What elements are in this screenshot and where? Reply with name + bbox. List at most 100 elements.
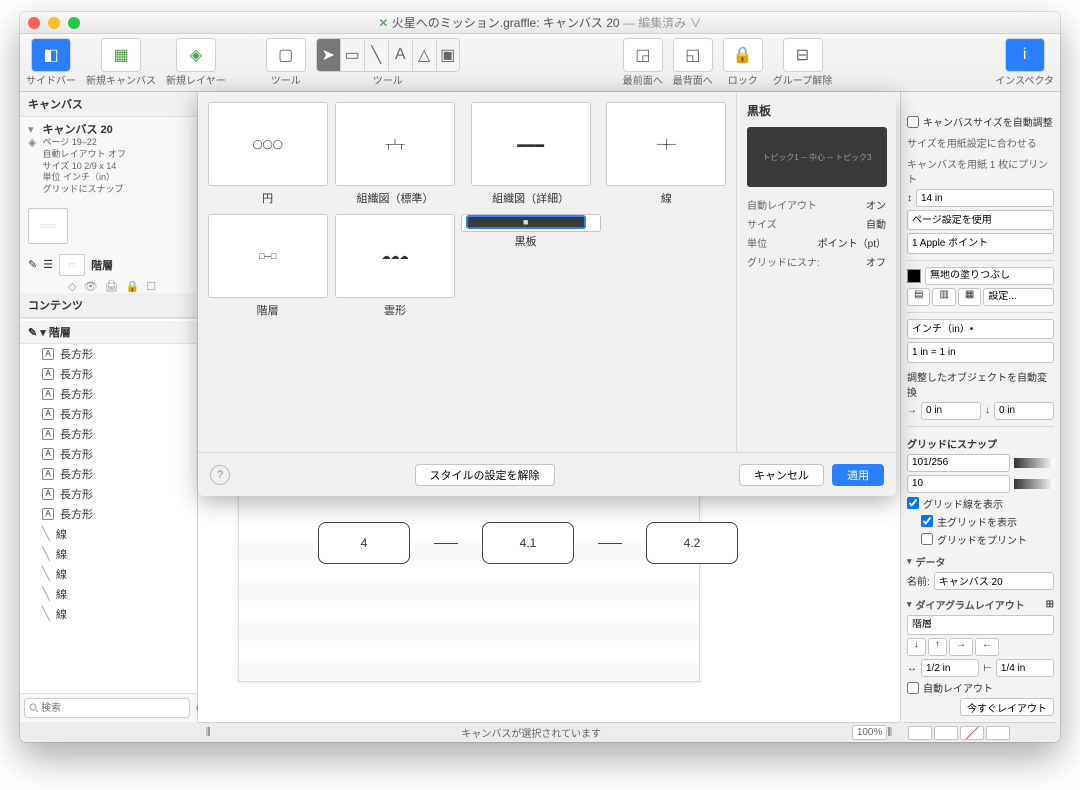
close-window-button[interactable] [28, 17, 40, 29]
fit-paper-link[interactable]: サイズを用紙設定に合わせる [907, 135, 1054, 150]
canvas-thumbnail-row[interactable]: ▾◈ キャンバス 20 ページ 19–22 自動レイアウト オフ サイズ 10 … [20, 117, 197, 202]
fill-select[interactable]: 無地の塗りつぶし [925, 267, 1054, 285]
fill-swatch[interactable] [907, 269, 921, 283]
tool-select[interactable]: ▢ [266, 38, 306, 72]
diagram-layout-section[interactable]: ダイアグラムレイアウト⊞ [907, 597, 1054, 612]
style-tile-黒板[interactable]: ■黒板 [461, 214, 601, 232]
outline-line-item[interactable]: ╲線 [20, 544, 197, 564]
outline-rect-item[interactable]: A長方形 [20, 364, 197, 384]
align-btn[interactable]: ▥ [932, 288, 955, 306]
grid-gradient[interactable] [1014, 458, 1054, 468]
outline-rect-item[interactable]: A長方形 [20, 344, 197, 364]
diagram-node[interactable]: 4 [318, 522, 410, 564]
point-select[interactable]: 1 Apple ポイント [907, 233, 1054, 253]
ungroup-button[interactable]: ⊟ [783, 38, 823, 72]
bottom-tabs [904, 722, 1056, 742]
zoom-select[interactable]: 100% [852, 725, 888, 740]
grid-minor[interactable] [907, 475, 1010, 493]
shape-tool[interactable]: ▭ [340, 38, 364, 72]
outline-rect-item[interactable]: A長方形 [20, 484, 197, 504]
bottom-tab[interactable] [960, 726, 984, 740]
outline-rect-item[interactable]: A長方形 [20, 444, 197, 464]
height-input[interactable] [916, 189, 1054, 207]
layer-glyphs: ◇ 👁 🖨 🔒 ☐ [20, 280, 197, 293]
show-grid-check[interactable] [907, 497, 919, 509]
bottom-tab[interactable] [986, 726, 1010, 740]
outline-rect-item[interactable]: A長方形 [20, 504, 197, 524]
canvas-name: キャンバス 20 [42, 124, 112, 136]
grid-gradient[interactable] [1014, 479, 1054, 489]
hspace[interactable] [921, 659, 979, 677]
vspace[interactable] [996, 659, 1054, 677]
cancel-button[interactable]: キャンセル [739, 464, 824, 486]
layer-row[interactable]: ✎ ☰ ▭ 階層 [20, 250, 197, 280]
origin-y[interactable] [994, 402, 1054, 420]
pointer-tool[interactable]: ➤ [316, 38, 340, 72]
help-button[interactable]: ? [210, 465, 230, 485]
style-tile-階層[interactable]: □─□階層 [206, 214, 329, 318]
print-grid-check[interactable] [921, 533, 933, 545]
align-icon: ☰ [43, 258, 53, 271]
unit-select[interactable]: インチ（in）• [907, 319, 1054, 339]
layout-now-button[interactable]: 今すぐレイアウト [960, 698, 1054, 716]
style-tile-組織図（詳細）[interactable]: ▬▬▬組織図（詳細） [461, 102, 601, 206]
style-tile-雲形[interactable]: ☁☁☁雲形 [333, 214, 456, 318]
apply-button[interactable]: 適用 [832, 464, 884, 486]
style-tile-円[interactable]: ◯◯◯円 [206, 102, 329, 206]
bottom-tab[interactable] [934, 726, 958, 740]
layout-icon[interactable]: ⊞ [1046, 599, 1054, 610]
outline-line-item[interactable]: ╲線 [20, 604, 197, 624]
bring-front-button[interactable]: ◲ [623, 38, 663, 72]
layer-select[interactable]: 階層 [907, 615, 1054, 635]
grid-major[interactable] [907, 454, 1010, 472]
print-one-link[interactable]: キャンバスを用紙 1 枚にプリント [907, 156, 1054, 186]
outline-rect-item[interactable]: A長方形 [20, 464, 197, 484]
data-section[interactable]: データ [907, 554, 1054, 569]
auto-layout-check[interactable] [907, 682, 919, 694]
reset-style-button[interactable]: スタイルの設定を解除 [415, 464, 555, 486]
send-back-button[interactable]: ◱ [673, 38, 713, 72]
pen-tool[interactable]: △ [412, 38, 436, 72]
outline-line-item[interactable]: ╲線 [20, 564, 197, 584]
bottom-tab[interactable] [908, 726, 932, 740]
property-row: 単位ポイント（pt） [747, 235, 886, 250]
origin-x[interactable] [921, 402, 981, 420]
new-layer-button[interactable]: ◈ [176, 38, 216, 72]
outline-rect-item[interactable]: A長方形 [20, 424, 197, 444]
page-setup-select[interactable]: ページ設定を使用 [907, 210, 1054, 230]
ruler-icon[interactable]: ⫼ [887, 727, 892, 738]
show-main-grid-check[interactable] [921, 515, 933, 527]
pencil-icon: ✎ [28, 258, 37, 271]
text-tool[interactable]: A [388, 38, 412, 72]
outline-line-item[interactable]: ╲線 [20, 584, 197, 604]
lock-button[interactable]: 🔒 [723, 38, 763, 72]
zoom-window-button[interactable] [68, 17, 80, 29]
titlebar: ✕ 火星へのミッション.graffle: キャンバス 20 — 編集済み ∨ [20, 12, 1060, 34]
align-btn[interactable]: ▤ [907, 288, 930, 306]
diagram-node[interactable]: 4.2 [646, 522, 738, 564]
scale-select[interactable]: 1 in = 1 in [907, 342, 1054, 362]
inspector-toggle[interactable]: i [1005, 38, 1045, 72]
auto-size-check[interactable] [907, 116, 919, 128]
canvas-name-input[interactable] [934, 572, 1054, 590]
align-btn[interactable]: ▦ [958, 288, 981, 306]
search-input[interactable] [24, 698, 190, 718]
line-tool[interactable]: ╲ [364, 38, 388, 72]
sidebar-toggle[interactable]: ◧ [31, 38, 71, 72]
style-tile-組織図（標準）[interactable]: ┬┴┬組織図（標準） [333, 102, 456, 206]
outline-line-item[interactable]: ╲線 [20, 524, 197, 544]
outline-rect-item[interactable]: A長方形 [20, 384, 197, 404]
diagram-tool[interactable]: ▣ [436, 38, 460, 72]
ruler-icon[interactable]: ⫼ [206, 727, 211, 738]
property-row: グリッドにスナ:オフ [747, 254, 886, 269]
y-icon: ↓ [985, 405, 990, 416]
diagram-node[interactable]: 4.1 [482, 522, 574, 564]
outline-rect-item[interactable]: A長方形 [20, 404, 197, 424]
outline-top[interactable]: ✎ ▾ 階層 [20, 321, 197, 344]
dir-btn[interactable]: ↓ [907, 638, 926, 656]
style-tile-線[interactable]: ─┼─線 [605, 102, 728, 206]
minimize-window-button[interactable] [48, 17, 60, 29]
new-canvas-button[interactable]: ▦ [101, 38, 141, 72]
canvas-thumb[interactable]: ▭▭ [28, 208, 68, 244]
settings-select[interactable]: 設定... [983, 288, 1054, 306]
